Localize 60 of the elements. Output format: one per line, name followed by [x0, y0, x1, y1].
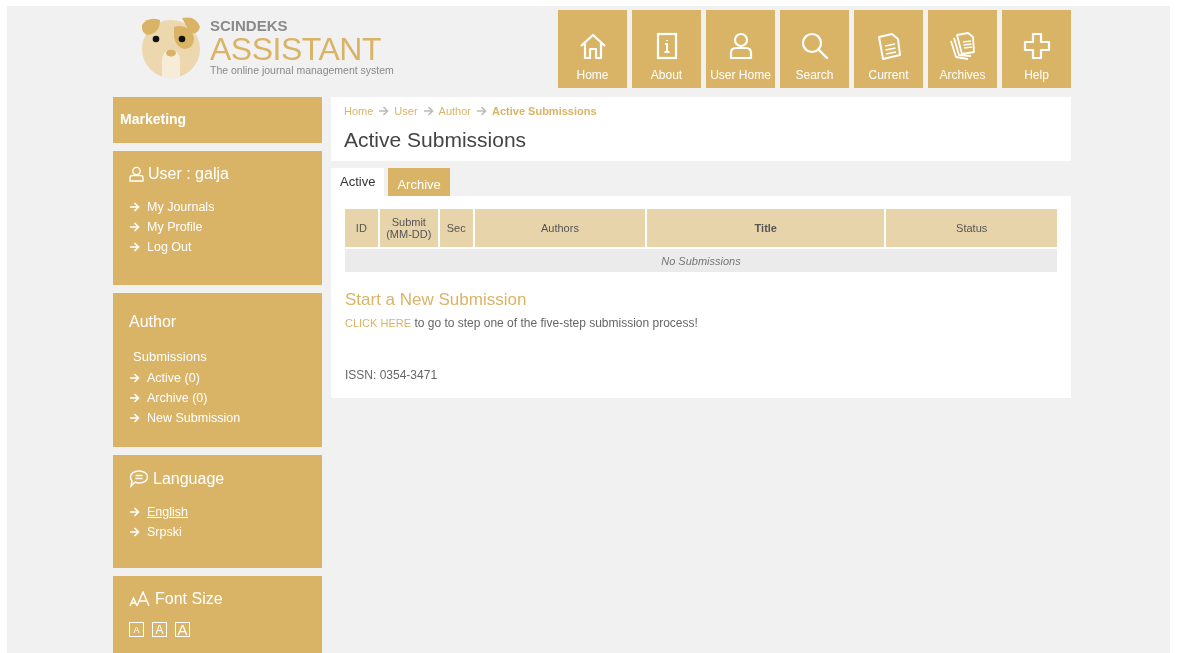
breadcrumb-link[interactable]: Home	[344, 105, 374, 117]
column-header[interactable]: Sec	[439, 209, 473, 247]
arrow-icon	[422, 106, 434, 116]
breadcrumb-link[interactable]: Active Submissions	[492, 105, 597, 117]
column-header[interactable]: Submit (MM-DD)	[379, 209, 438, 247]
speech-bubble-icon	[129, 469, 149, 488]
documents-icon	[947, 31, 978, 61]
logo-title: ASSISTANT	[210, 33, 381, 64]
arrow-icon	[129, 413, 140, 423]
breadcrumb-link[interactable]: User	[394, 105, 418, 117]
arrow-icon	[378, 106, 390, 116]
instruction-text: CLICK HERE to go to step one of the five-step submission process!	[345, 316, 699, 330]
logo-tagline: The online journal management system	[210, 63, 394, 77]
cross-icon	[1021, 31, 1052, 61]
brand-name: SCINDEKS	[210, 17, 289, 34]
page-title: Active Submissions	[344, 128, 528, 152]
arrow-icon	[129, 202, 140, 212]
search-icon	[799, 31, 830, 61]
column-header[interactable]: Authors	[474, 209, 646, 247]
empty-message: No Submissions	[345, 249, 1057, 272]
nav-button[interactable]: Home	[558, 10, 627, 88]
column-header[interactable]: Status	[886, 209, 1057, 247]
sidebar-link[interactable]: New Submission	[129, 408, 306, 428]
column-header[interactable]: Title	[647, 209, 885, 247]
panel-title: Language	[153, 469, 225, 488]
issn-text: ISSN: 0354-3471	[345, 368, 439, 382]
language-link[interactable]: Srpski	[129, 522, 306, 542]
breadcrumb-link[interactable]: Author	[438, 105, 471, 117]
sidebar-link[interactable]: My Profile	[129, 217, 306, 237]
nav-button[interactable]: Archives	[928, 10, 997, 88]
panel-title: Author	[129, 313, 177, 331]
click-here-link[interactable]: CLICK HERE	[345, 317, 412, 329]
panel-title: User : galja	[148, 165, 229, 183]
language-link[interactable]: English	[129, 502, 306, 522]
nav-button[interactable]: Current	[854, 10, 923, 88]
arrow-icon	[129, 393, 140, 403]
font-size-button[interactable]: A	[175, 622, 190, 637]
panel-title: Marketing	[120, 111, 187, 127]
nav-button[interactable]: Search	[780, 10, 849, 88]
section-label: Submissions	[133, 349, 208, 364]
font-size-button[interactable]: A	[129, 622, 144, 637]
arrow-icon	[476, 106, 487, 116]
arrow-icon	[129, 222, 140, 232]
font-size-button[interactable]: A	[152, 622, 167, 637]
column-header[interactable]: ID	[345, 209, 378, 247]
nav-button[interactable]: About	[632, 10, 701, 88]
sidebar-link[interactable]: Log Out	[129, 237, 306, 257]
sidebar-link[interactable]: Active (0)	[129, 368, 306, 388]
panel-title: Font Size	[155, 590, 223, 608]
sidebar-link[interactable]: Archive (0)	[129, 388, 306, 408]
arrow-icon	[129, 373, 140, 383]
section-heading: Start a New Submission	[345, 290, 528, 310]
arrow-icon	[129, 507, 140, 517]
arrow-icon	[129, 242, 140, 252]
nav-button[interactable]: Help	[1002, 10, 1071, 88]
arrow-icon	[129, 527, 140, 537]
nav-button[interactable]: User Home	[706, 10, 775, 88]
user-icon	[129, 166, 144, 182]
sidebar-link[interactable]: My Journals	[129, 197, 306, 217]
font-size-icon	[129, 591, 151, 607]
